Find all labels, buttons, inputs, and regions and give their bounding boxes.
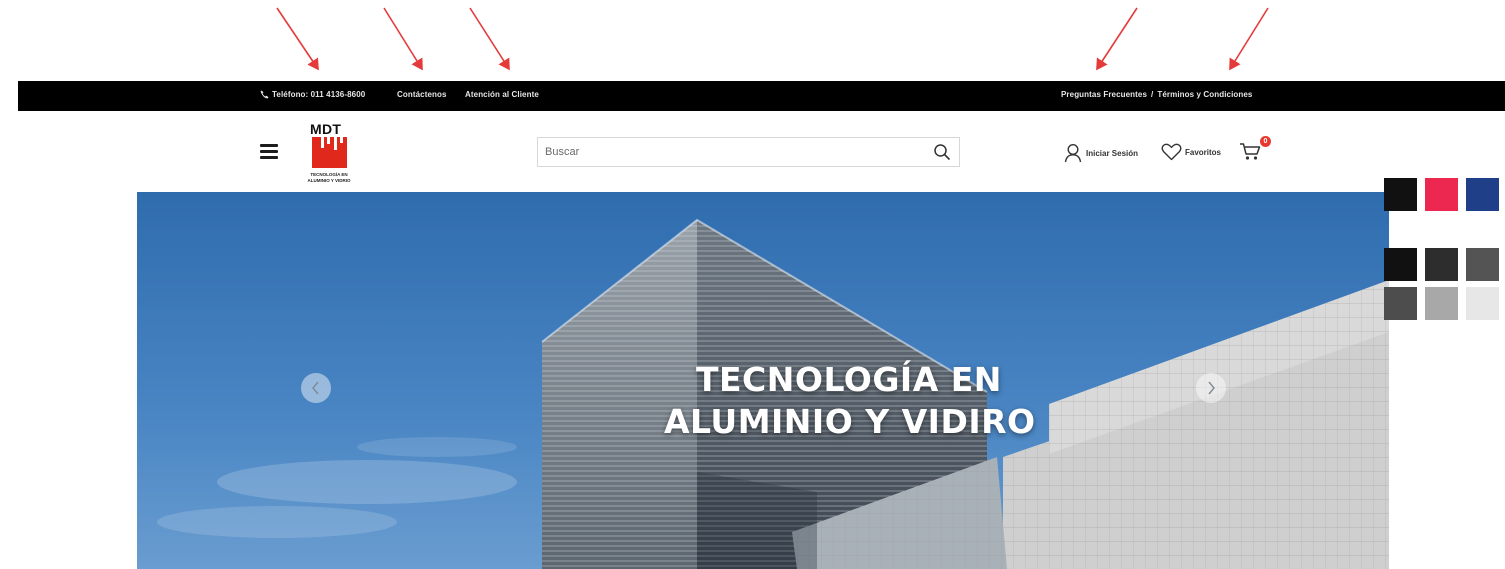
user-icon — [1064, 143, 1082, 163]
separator: / — [1151, 90, 1154, 99]
phone-text: Teléfono: 011 4136-8600 — [272, 90, 366, 99]
arrow-phone — [276, 7, 319, 71]
arrow-faq — [1096, 7, 1138, 71]
hero-title-line-1: TECNOLOGÍA EN — [696, 360, 1002, 399]
logo-tagline: TECNOLOGÍA EN ALUMINIO Y VIDRIO — [300, 172, 358, 184]
annotation-arrows — [276, 7, 1269, 71]
search-box — [537, 137, 960, 167]
logo-mark-icon — [312, 137, 347, 168]
login-button[interactable]: Iniciar Sesión — [1064, 143, 1138, 163]
arrow-contact — [383, 7, 423, 71]
contact-link[interactable]: Contáctenos — [397, 90, 447, 99]
swatch-pink — [1425, 178, 1458, 211]
carousel-next-button[interactable] — [1196, 373, 1226, 403]
phone-link[interactable]: Teléfono: 011 4136-8600 — [260, 90, 365, 99]
favorites-label: Favoritos — [1185, 147, 1222, 157]
top-right-links: Preguntas Frecuentes / Términos y Condic… — [1061, 90, 1252, 99]
swatch-light-gray — [1425, 287, 1458, 320]
search-icon[interactable] — [933, 143, 951, 161]
swatch-black — [1384, 178, 1417, 211]
cart-button[interactable]: 0 — [1239, 136, 1271, 165]
swatch-off-white — [1466, 287, 1499, 320]
arrow-support — [469, 7, 510, 71]
swatch-gray — [1384, 287, 1417, 320]
search-input[interactable] — [538, 138, 918, 166]
menu-bar — [260, 144, 278, 147]
favorites-button[interactable]: Favoritos — [1161, 143, 1221, 161]
terms-link[interactable]: Términos y Condiciones — [1157, 90, 1252, 99]
menu-bar — [260, 156, 278, 159]
logo-tagline-2: ALUMINIO Y VIDRIO — [307, 178, 351, 183]
cart-count-badge: 0 — [1260, 136, 1271, 147]
swatch-dark-gray — [1466, 248, 1499, 281]
hero-title-line-2: ALUMINIO Y VIDIRO — [664, 402, 1036, 441]
hero-title: TECNOLOGÍA EN ALUMINIO Y VIDIRO — [664, 359, 1117, 443]
menu-bar — [260, 150, 278, 153]
hamburger-menu-button[interactable] — [260, 144, 278, 160]
swatch-navy — [1466, 178, 1499, 211]
carousel-prev-button[interactable] — [301, 373, 331, 403]
customer-support-link[interactable]: Atención al Cliente — [465, 90, 539, 99]
arrow-terms — [1229, 7, 1269, 71]
top-bar: Teléfono: 011 4136-8600 Contáctenos Aten… — [18, 81, 1505, 111]
site-logo[interactable]: MDT TECNOLOGÍA EN ALUMINIO Y VIDRIO — [300, 121, 358, 187]
chevron-right-icon — [1208, 381, 1215, 395]
chevron-left-icon — [312, 381, 319, 395]
swatch-black-2 — [1384, 248, 1417, 281]
phone-icon — [260, 90, 269, 99]
login-label: Iniciar Sesión — [1086, 148, 1139, 158]
logo-brand: MDT — [310, 121, 342, 137]
hero-banner: TECNOLOGÍA EN ALUMINIO Y VIDIRO — [137, 192, 1389, 569]
heart-icon — [1161, 143, 1182, 161]
faq-link[interactable]: Preguntas Frecuentes — [1061, 90, 1147, 99]
swatch-charcoal — [1425, 248, 1458, 281]
main-header: MDT TECNOLOGÍA EN ALUMINIO Y VIDRIO Inic… — [0, 111, 1505, 191]
